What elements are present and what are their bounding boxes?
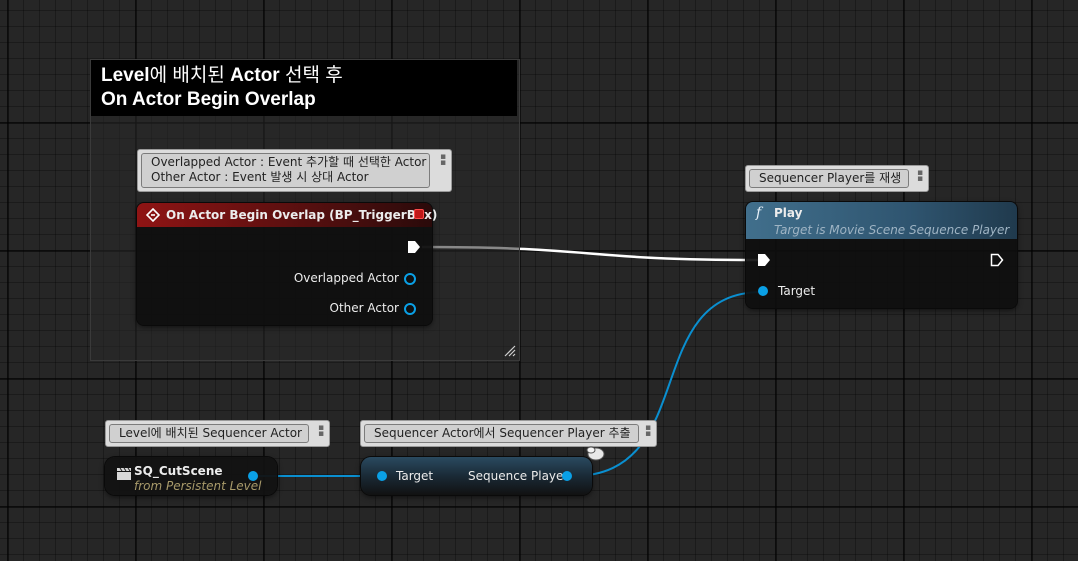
node-title: On Actor Begin Overlap (BP_TriggerBox) — [166, 208, 438, 222]
bubble-text: Level에 배치된 Sequencer Actor — [109, 424, 309, 443]
node-title: SQ_CutScene — [134, 464, 223, 478]
comment-bubble-sq-actor: Level에 배치된 Sequencer Actor ▪ ▪ — [105, 420, 330, 447]
pin-label-overlapped-actor: Overlapped Actor — [293, 271, 399, 285]
clapperboard-icon — [117, 467, 131, 480]
actor-output-pin[interactable] — [248, 471, 258, 481]
resize-handle-icon[interactable] — [504, 345, 516, 357]
target-pin[interactable] — [377, 471, 387, 481]
target-pin[interactable] — [758, 286, 768, 296]
cursor-icon — [586, 446, 605, 461]
function-icon: f — [756, 205, 762, 221]
bubble-line-2: Other Actor : Event 발생 시 상대 Actor — [151, 170, 369, 184]
node-title: Play — [774, 206, 803, 220]
exec-out-pin[interactable] — [990, 253, 1004, 267]
comment-bubble-play: Sequencer Player를 재생 ▪ ▪ — [745, 165, 929, 192]
comment-title[interactable]: Level에 배치된 Actor 선택 후 On Actor Begin Ove… — [91, 60, 517, 116]
bubble-line-1: Overlapped Actor : Event 추가할 때 선택한 Actor — [151, 155, 427, 169]
breakpoint-icon[interactable] — [414, 209, 424, 219]
bubble-text: Sequencer Player를 재생 — [749, 169, 909, 188]
overlapped-actor-pin[interactable] — [404, 273, 416, 285]
function-node-play[interactable]: f Play Target is Movie Scene Sequence Pl… — [746, 202, 1017, 308]
pin-label-sequence-player: Sequence Player — [468, 469, 569, 483]
comment-bubble-extract: Sequencer Actor에서 Sequencer Player 추출 ▪ ▪ — [360, 420, 657, 447]
bubble-text: Sequencer Actor에서 Sequencer Player 추출 — [364, 424, 639, 443]
event-node-on-actor-begin-overlap[interactable]: On Actor Begin Overlap (BP_TriggerBox) O… — [137, 203, 437, 325]
other-actor-pin[interactable] — [404, 303, 416, 315]
pure-node-get-sequence-player[interactable]: Target Sequence Player — [361, 457, 592, 495]
pin-label-target: Target — [778, 284, 816, 298]
pin-label-other-actor: Other Actor — [329, 301, 399, 315]
actor-reference-node-sq-cutscene[interactable]: SQ_CutScene from Persistent Level — [105, 457, 277, 495]
bubble-pin-icon[interactable]: ▪ ▪ — [318, 424, 326, 439]
exec-out-pin[interactable] — [407, 240, 421, 254]
comment-bubble-overlap: Overlapped Actor : Event 추가할 때 선택한 Actor… — [137, 149, 452, 192]
node-subtitle: from Persistent Level — [134, 479, 262, 493]
pin-label-target: Target — [396, 469, 434, 483]
sequence-player-output-pin[interactable] — [562, 471, 572, 481]
bubble-pin-icon[interactable]: ▪ ▪ — [440, 153, 448, 168]
node-subtitle: Target is Movie Scene Sequence Player — [774, 223, 1010, 237]
bubble-pin-icon[interactable]: ▪ ▪ — [645, 424, 653, 439]
exec-in-pin[interactable] — [757, 253, 771, 267]
event-diamond-icon — [146, 208, 160, 222]
bubble-pin-icon[interactable]: ▪ ▪ — [917, 169, 925, 184]
